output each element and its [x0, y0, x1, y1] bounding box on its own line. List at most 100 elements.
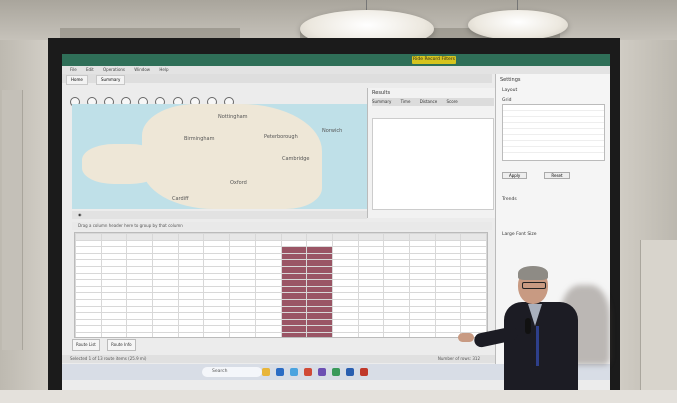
- table-cell[interactable]: [75, 259, 102, 267]
- table-cell[interactable]: [357, 252, 385, 261]
- table-cell[interactable]: [383, 285, 410, 294]
- table-cell[interactable]: [408, 331, 436, 337]
- grid-column-list[interactable]: [502, 104, 605, 161]
- table-cell[interactable]: [100, 325, 128, 333]
- table-cell[interactable]: [254, 285, 282, 294]
- table-cell[interactable]: [357, 265, 385, 274]
- table-cell[interactable]: [383, 325, 410, 333]
- table-cell[interactable]: [203, 312, 231, 320]
- table-cell[interactable]: [75, 279, 102, 287]
- table-cell[interactable]: [306, 259, 333, 267]
- table-cell[interactable]: [177, 331, 205, 337]
- table-cell[interactable]: [280, 239, 308, 248]
- table-cell[interactable]: [434, 252, 462, 261]
- table-cell[interactable]: [434, 305, 462, 314]
- menu-item-edit[interactable]: Edit: [86, 67, 94, 72]
- table-cell[interactable]: [203, 331, 231, 337]
- table-cell[interactable]: [434, 239, 462, 248]
- table-cell[interactable]: [306, 305, 333, 314]
- table-cell[interactable]: [126, 259, 154, 267]
- table-cell[interactable]: [229, 318, 256, 327]
- table-cell[interactable]: [331, 292, 359, 300]
- table-cell[interactable]: [383, 252, 410, 261]
- table-cell[interactable]: [280, 318, 308, 327]
- table-cell[interactable]: [177, 272, 205, 281]
- table-cell[interactable]: [408, 325, 436, 333]
- table-cell[interactable]: [383, 265, 410, 274]
- table-cell[interactable]: [331, 265, 359, 274]
- table-cell[interactable]: [203, 246, 231, 254]
- table-cell[interactable]: [434, 331, 462, 337]
- table-cell[interactable]: [306, 239, 333, 248]
- table-cell[interactable]: [254, 265, 282, 274]
- table-cell[interactable]: [177, 318, 205, 327]
- table-cell[interactable]: [280, 272, 308, 281]
- table-cell[interactable]: [357, 318, 385, 327]
- table-cell[interactable]: [229, 312, 256, 320]
- table-cell[interactable]: [75, 285, 102, 294]
- table-cell[interactable]: [383, 292, 410, 300]
- table-cell[interactable]: [306, 298, 333, 307]
- table-header-cell[interactable]: [126, 233, 154, 241]
- table-cell[interactable]: [460, 298, 487, 307]
- table-cell[interactable]: [460, 312, 487, 320]
- table-cell[interactable]: [460, 285, 487, 294]
- table-cell[interactable]: [434, 279, 462, 287]
- table-cell[interactable]: [203, 265, 231, 274]
- table-cell[interactable]: [331, 318, 359, 327]
- browser-icon[interactable]: [276, 368, 284, 376]
- table-cell[interactable]: [383, 259, 410, 267]
- table-cell[interactable]: [152, 292, 179, 300]
- mail-icon[interactable]: [290, 368, 298, 376]
- table-cell[interactable]: [254, 259, 282, 267]
- table-cell[interactable]: [177, 252, 205, 261]
- table-cell[interactable]: [357, 298, 385, 307]
- table-cell[interactable]: [152, 272, 179, 281]
- table-cell[interactable]: [408, 259, 436, 267]
- table-cell[interactable]: [357, 312, 385, 320]
- table-cell[interactable]: [280, 252, 308, 261]
- table-cell[interactable]: [306, 252, 333, 261]
- table-cell[interactable]: [203, 285, 231, 294]
- menu-item-window[interactable]: Window: [134, 67, 150, 72]
- table-cell[interactable]: [408, 252, 436, 261]
- table-cell[interactable]: [229, 272, 256, 281]
- table-cell[interactable]: [434, 272, 462, 281]
- table-cell[interactable]: [126, 265, 154, 274]
- table-cell[interactable]: [357, 246, 385, 254]
- route-data-grid[interactable]: [74, 232, 488, 338]
- table-header-cell[interactable]: [357, 233, 385, 241]
- table-cell[interactable]: [434, 292, 462, 300]
- table-cell[interactable]: [177, 325, 205, 333]
- table-cell[interactable]: [408, 279, 436, 287]
- table-cell[interactable]: [152, 246, 179, 254]
- table-cell[interactable]: [434, 318, 462, 327]
- table-cell[interactable]: [408, 312, 436, 320]
- table-cell[interactable]: [177, 265, 205, 274]
- table-cell[interactable]: [126, 246, 154, 254]
- table-cell[interactable]: [203, 325, 231, 333]
- table-cell[interactable]: [331, 285, 359, 294]
- table-cell[interactable]: [408, 305, 436, 314]
- table-header-cell[interactable]: [229, 233, 256, 241]
- table-cell[interactable]: [306, 285, 333, 294]
- table-cell[interactable]: [229, 246, 256, 254]
- table-cell[interactable]: [434, 325, 462, 333]
- taskbar-search[interactable]: Search: [202, 367, 262, 377]
- table-cell[interactable]: [254, 318, 282, 327]
- table-cell[interactable]: [306, 325, 333, 333]
- table-cell[interactable]: [152, 239, 179, 248]
- tab-home[interactable]: Home: [66, 75, 88, 85]
- table-cell[interactable]: [203, 252, 231, 261]
- table-cell[interactable]: [75, 265, 102, 274]
- table-cell[interactable]: [100, 259, 128, 267]
- table-cell[interactable]: [100, 279, 128, 287]
- table-cell[interactable]: [75, 318, 102, 327]
- table-cell[interactable]: [408, 292, 436, 300]
- teams-icon[interactable]: [318, 368, 326, 376]
- table-cell[interactable]: [280, 312, 308, 320]
- table-cell[interactable]: [100, 252, 128, 261]
- table-cell[interactable]: [126, 331, 154, 337]
- table-cell[interactable]: [229, 305, 256, 314]
- table-cell[interactable]: [306, 331, 333, 337]
